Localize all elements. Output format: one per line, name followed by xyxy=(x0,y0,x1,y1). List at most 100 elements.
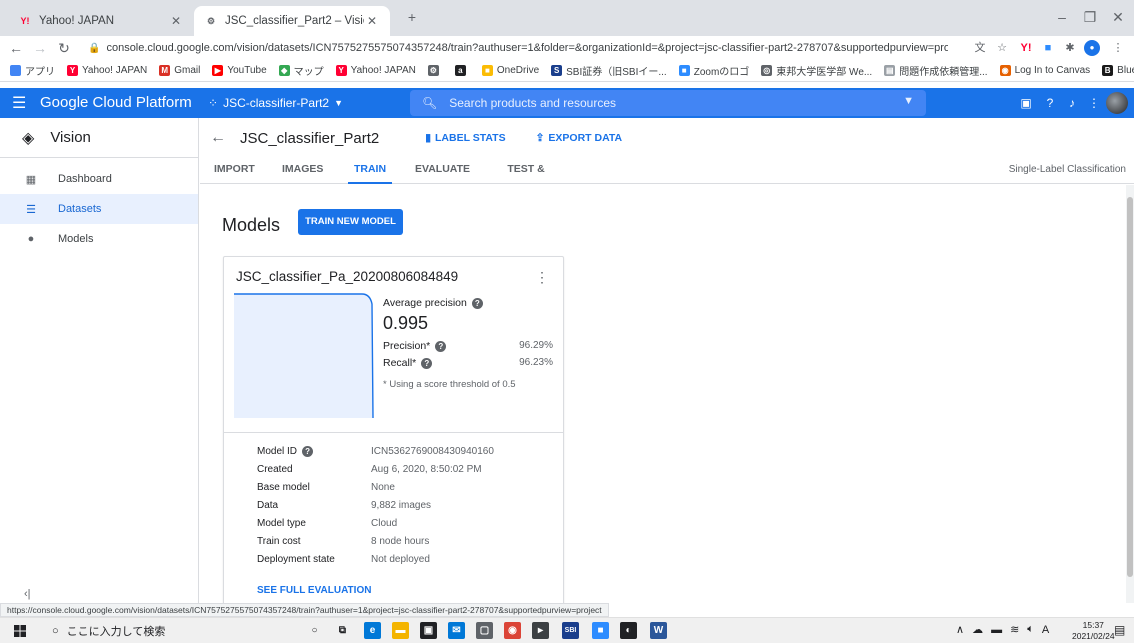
bookmark-item[interactable]: ▤ 問題作成依頼管理... xyxy=(884,63,988,78)
search-input[interactable]: 🔍︎ Search products and resources ▼ xyxy=(410,90,926,116)
reload-icon[interactable]: ↻ xyxy=(54,38,74,58)
notifications-bell-icon[interactable]: ♪ xyxy=(1064,95,1080,111)
cortana-icon[interactable]: ○ xyxy=(306,622,323,639)
chrome-menu-icon[interactable]: ⋮ xyxy=(1110,40,1126,56)
bookmark-item[interactable]: ◆ マップ xyxy=(278,63,324,78)
gcp-icon: ⚙ xyxy=(427,65,439,76)
tab-train[interactable]: TRAIN xyxy=(348,158,392,184)
close-tab-icon[interactable]: ✕ xyxy=(168,14,184,28)
more-vert-icon[interactable]: ⋮ xyxy=(535,269,549,286)
app-icon[interactable]: ◐ xyxy=(620,622,637,639)
sidebar-item-datasets[interactable]: ☰ Datasets xyxy=(0,194,198,224)
help-icon[interactable]: ? xyxy=(471,297,483,309)
detail-value: ICN5362769008430940160 xyxy=(371,445,494,457)
bookmark-item[interactable]: ■ OneDrive xyxy=(481,65,539,76)
task-view-icon[interactable]: ⧉ xyxy=(334,622,351,639)
tab-images[interactable]: IMAGES xyxy=(282,158,323,184)
detail-key: Model type xyxy=(257,517,306,529)
close-tab-icon[interactable]: ✕ xyxy=(364,14,380,28)
product-header: ◈ Vision xyxy=(0,118,198,158)
zoom-app-icon[interactable]: ■ xyxy=(592,622,609,639)
taskbar-clock[interactable]: 15:37 2021/02/24 xyxy=(1072,620,1115,642)
extensions-puzzle-icon[interactable]: ✱ xyxy=(1062,40,1078,56)
project-selector[interactable]: ⁘ JSC-classifier-Part2 ▼ xyxy=(208,96,343,110)
browser-tab-yahoo[interactable]: Y! Yahoo! JAPAN ✕ xyxy=(8,6,194,36)
bookmark-item[interactable]: Y Yahoo! JAPAN xyxy=(335,65,416,76)
avatar[interactable] xyxy=(1106,92,1128,114)
sidebar-item-dashboard[interactable]: ▦ Dashboard xyxy=(0,164,198,194)
translate-icon[interactable]: 文 xyxy=(972,40,988,56)
bookmark-item[interactable]: アプリ xyxy=(10,63,55,78)
back-arrow-icon[interactable]: ← xyxy=(210,129,226,147)
windows-start-icon[interactable] xyxy=(14,625,26,637)
sidebar-item-models[interactable]: ● Models xyxy=(0,224,198,254)
page-scrollbar[interactable] xyxy=(1126,185,1134,603)
bookmark-item[interactable]: ◉ Log In to Canvas xyxy=(999,65,1090,76)
zoom-icon: ■ xyxy=(678,65,690,76)
collapse-nav-icon[interactable]: ‹| xyxy=(24,588,31,600)
help-icon[interactable]: ? xyxy=(1042,95,1058,111)
bookmark-item[interactable]: ▶ YouTube xyxy=(212,65,267,76)
restore-icon[interactable]: ❐ xyxy=(1078,6,1102,28)
help-icon[interactable]: ? xyxy=(421,357,433,369)
bookmark-item[interactable]: ⚙ xyxy=(427,65,443,76)
bookmark-star-icon[interactable]: ☆ xyxy=(994,40,1010,56)
see-full-evaluation-link[interactable]: SEE FULL EVALUATION xyxy=(257,585,371,596)
detail-row: Deployment state Not deployed xyxy=(257,550,557,568)
detail-key: Data xyxy=(257,499,279,511)
train-new-model-button[interactable]: TRAIN NEW MODEL xyxy=(298,209,403,235)
tab-test-use[interactable]: TEST & USE xyxy=(496,158,556,197)
onedrive-icon: ■ xyxy=(481,65,493,76)
browser-tab-vision[interactable]: ⚙ JSC_classifier_Part2 – Vision – JSC ✕ xyxy=(194,6,390,36)
store-icon[interactable]: ▣ xyxy=(420,622,437,639)
media-icon[interactable]: ▸ xyxy=(532,622,549,639)
notification-center-icon[interactable]: ▤ xyxy=(1114,623,1125,637)
gcp-brand[interactable]: Google Cloud Platform xyxy=(40,94,192,111)
left-nav: ◈ Vision ▦ Dashboard ☰ Datasets ● Models… xyxy=(0,118,199,603)
edge-icon[interactable]: e xyxy=(364,622,381,639)
word-icon[interactable]: W xyxy=(650,622,667,639)
sbi-app-icon[interactable]: SBI xyxy=(562,622,579,639)
bookmark-item[interactable]: Y Yahoo! JAPAN xyxy=(67,65,147,76)
profile-avatar-icon[interactable]: ● xyxy=(1084,40,1100,56)
scrollbar-thumb[interactable] xyxy=(1127,197,1133,577)
help-icon[interactable]: ? xyxy=(435,340,447,352)
volume-icon: 🔈︎ xyxy=(1027,623,1034,635)
vision-icon: ◈ xyxy=(22,129,35,147)
tab-evaluate[interactable]: EVALUATE xyxy=(415,158,470,184)
dataset-header: ← JSC_classifier_Part2 ▮ LABEL STATS ⇪ E… xyxy=(200,118,1134,158)
bookmark-item[interactable]: BBlue, Inc. xyxy=(1102,65,1134,76)
address-bar[interactable]: 🔒 console.cloud.google.com/vision/dataset… xyxy=(88,37,948,59)
bookmark-item[interactable]: M Gmail xyxy=(159,65,200,76)
mail-icon[interactable]: ✉ xyxy=(448,622,465,639)
forward-arrow-icon[interactable]: → xyxy=(30,38,50,58)
new-tab-button[interactable]: + xyxy=(400,6,424,28)
chrome-icon[interactable]: ◉ xyxy=(504,622,521,639)
help-icon[interactable]: ? xyxy=(302,445,314,457)
cloud-shell-icon[interactable]: ▣ xyxy=(1018,95,1034,111)
taskbar-search-input[interactable]: ○ ここに入力して検索 xyxy=(52,623,165,639)
back-arrow-icon[interactable]: ← xyxy=(6,38,26,58)
bookmark-item[interactable]: S SBI証券（旧SBIイー... xyxy=(551,63,667,78)
app-icon[interactable]: ▢ xyxy=(476,622,493,639)
zoom-extension-icon[interactable]: ■ xyxy=(1040,40,1056,56)
tab-import[interactable]: IMPORT xyxy=(214,158,255,184)
close-window-icon[interactable]: ✕ xyxy=(1106,6,1130,28)
bookmark-item[interactable]: ◎ 東邦大学医学部 We... xyxy=(761,63,872,78)
yahoo-extension-icon[interactable]: Y! xyxy=(1018,40,1034,56)
detail-value: 9,882 images xyxy=(371,499,432,511)
hamburger-menu-icon[interactable]: ☰ xyxy=(12,93,26,113)
content-tabs: IMPORT IMAGES TRAIN EVALUATE TEST & USE … xyxy=(200,158,1134,197)
more-vert-icon[interactable]: ⋮ xyxy=(1086,95,1102,111)
bookmark-item[interactable]: ■ Zoomのロゴ xyxy=(678,63,749,78)
file-explorer-icon[interactable]: ▬ xyxy=(392,622,409,639)
chevron-down-icon[interactable]: ▼ xyxy=(903,95,914,107)
export-data-button[interactable]: ⇪ EXPORT DATA xyxy=(536,132,623,144)
bookmark-item[interactable]: a xyxy=(454,65,470,76)
recall-row: Recall*? 96.23% xyxy=(383,357,553,369)
system-tray[interactable]: ∧ ☁ ▬ ≋ 🔈︎ A xyxy=(956,623,1049,636)
project-name: JSC-classifier-Part2 xyxy=(223,96,330,110)
minimize-icon[interactable]: – xyxy=(1050,6,1074,28)
label-stats-button[interactable]: ▮ LABEL STATS xyxy=(425,132,505,144)
datasets-icon: ☰ xyxy=(26,203,36,216)
